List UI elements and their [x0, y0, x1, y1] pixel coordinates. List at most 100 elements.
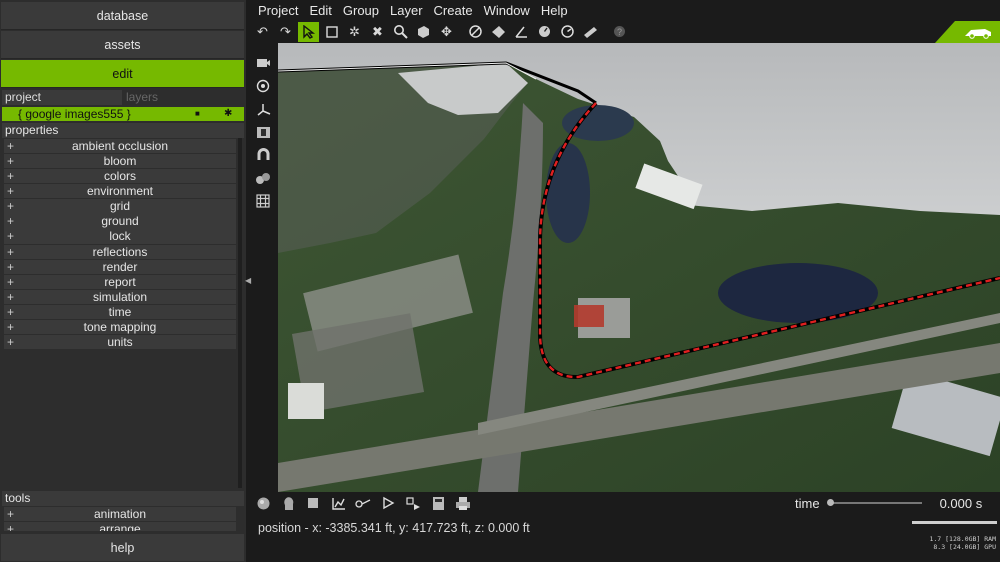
expand-icon[interactable]: + — [7, 275, 14, 289]
property-label: colors — [103, 169, 136, 184]
rectangle-select-icon[interactable] — [321, 22, 342, 42]
node-path-icon[interactable] — [352, 493, 374, 513]
expand-icon[interactable]: + — [7, 184, 14, 198]
property-row-ambient-occlusion[interactable]: + ambient occlusion — [4, 139, 236, 154]
tab-layers[interactable]: layers — [125, 90, 244, 105]
step-icon[interactable] — [402, 493, 424, 513]
gpu-usage: 8.3 [24.0GB] GPU — [933, 543, 996, 551]
tool-label: arrange — [99, 522, 141, 531]
menu-edit[interactable]: Edit — [309, 3, 331, 18]
delete-icon[interactable]: ✖ — [367, 22, 388, 42]
properties-scrollbar[interactable] — [238, 138, 242, 488]
help-icon[interactable]: ? — [609, 22, 630, 42]
menu-help[interactable]: Help — [541, 3, 568, 18]
menu-project[interactable]: Project — [258, 3, 298, 18]
property-row-simulation[interactable]: + simulation — [4, 289, 236, 304]
property-row-tone-mapping[interactable]: + tone mapping — [4, 319, 236, 335]
properties-list: + ambient occlusion + bloom + colors + envir… — [4, 139, 236, 350]
property-row-report[interactable]: + report — [4, 274, 236, 289]
property-row-units[interactable]: + units — [4, 335, 236, 350]
expand-icon[interactable]: + — [7, 245, 14, 259]
expand-icon[interactable]: + — [7, 507, 14, 521]
assets-button[interactable]: assets — [1, 31, 244, 59]
camera-icon[interactable] — [252, 52, 274, 74]
surface-icon[interactable] — [488, 22, 509, 42]
transform-icon[interactable]: ✲ — [344, 22, 365, 42]
redo-icon[interactable]: ↷ — [275, 22, 296, 42]
layer-item-label: { google images555 } — [18, 107, 131, 121]
property-label: tone mapping — [83, 319, 157, 334]
help-button[interactable]: help — [1, 534, 244, 561]
tool-row-animation[interactable]: + animation — [4, 507, 236, 522]
expand-icon[interactable]: + — [7, 169, 14, 183]
collapse-panel-icon[interactable]: ◀ — [245, 276, 251, 285]
film-icon[interactable] — [252, 121, 274, 143]
printer-icon[interactable] — [452, 493, 474, 513]
aerial-scene — [278, 61, 1000, 492]
property-label: simulation — [92, 289, 148, 304]
expand-icon[interactable]: + — [7, 335, 14, 349]
ruler-icon[interactable] — [580, 22, 601, 42]
chart-icon[interactable] — [327, 493, 349, 513]
layer-item[interactable]: { google images555 } ■ ✱ — [2, 107, 244, 121]
calculator-icon[interactable] — [427, 493, 449, 513]
menu-create[interactable]: Create — [434, 3, 473, 18]
move-icon[interactable]: ✥ — [436, 22, 457, 42]
expand-icon[interactable]: + — [7, 522, 14, 531]
magnet-icon[interactable] — [252, 144, 274, 166]
property-row-time[interactable]: + time — [4, 304, 236, 320]
property-row-bloom[interactable]: + bloom — [4, 154, 236, 169]
building-roof — [574, 305, 604, 327]
property-row-reflections[interactable]: + reflections — [4, 244, 236, 259]
sphere-icon[interactable] — [252, 493, 274, 513]
select-icon[interactable] — [298, 21, 319, 42]
spheres-icon[interactable] — [252, 167, 274, 189]
menu-group[interactable]: Group — [343, 3, 379, 18]
grid-icon[interactable] — [252, 190, 274, 212]
angle-icon[interactable] — [511, 22, 532, 42]
edit-button[interactable]: edit — [1, 60, 244, 88]
memory-stats: 1.7 [128.0GB] RAM 8.3 [24.0GB] GPU — [880, 535, 996, 551]
lock-icon[interactable]: ■ — [195, 107, 200, 121]
properties-header: properties — [2, 123, 244, 138]
head-icon[interactable] — [277, 493, 299, 513]
undo-icon[interactable]: ↶ — [252, 22, 273, 42]
menu-layer[interactable]: Layer — [390, 3, 423, 18]
box-icon[interactable] — [413, 22, 434, 42]
tab-project[interactable]: project — [2, 90, 122, 105]
target-icon[interactable] — [252, 75, 274, 97]
3d-viewport[interactable] — [278, 43, 1000, 492]
expand-icon[interactable]: + — [7, 290, 14, 304]
app-logo — [935, 21, 1000, 43]
property-row-lock[interactable]: + lock — [4, 229, 236, 244]
expand-icon[interactable]: + — [7, 229, 14, 243]
measure-icon[interactable] — [465, 22, 486, 42]
clock-icon[interactable] — [534, 22, 555, 42]
expand-icon[interactable]: + — [7, 154, 14, 168]
time-label: time — [795, 495, 820, 511]
axes-icon[interactable] — [252, 98, 274, 120]
expand-icon[interactable]: + — [7, 260, 14, 274]
menu-window[interactable]: Window — [484, 3, 530, 18]
expand-icon[interactable]: + — [7, 305, 14, 319]
expand-icon[interactable]: + — [7, 199, 14, 213]
time-slider[interactable] — [826, 499, 922, 506]
square-icon[interactable] — [302, 493, 324, 513]
property-row-colors[interactable]: + colors — [4, 169, 236, 184]
zoom-icon[interactable] — [390, 22, 411, 42]
asterisk-icon[interactable]: ✱ — [224, 107, 232, 121]
expand-icon[interactable]: + — [7, 214, 14, 228]
speedometer-icon[interactable] — [557, 22, 578, 42]
tool-row-arrange[interactable]: + arrange — [4, 522, 236, 531]
expand-icon[interactable]: + — [7, 320, 14, 334]
time-slider-handle[interactable] — [826, 499, 834, 506]
property-row-render[interactable]: + render — [4, 259, 236, 274]
play-icon[interactable] — [377, 493, 399, 513]
property-row-environment[interactable]: + environment — [4, 184, 236, 199]
database-button[interactable]: database — [1, 2, 244, 30]
tools-list: + animation + arrange — [4, 507, 236, 531]
property-row-grid[interactable]: + grid — [4, 199, 236, 214]
property-row-ground[interactable]: + ground — [4, 214, 236, 229]
expand-icon[interactable]: + — [7, 139, 14, 153]
property-label: ground — [101, 214, 139, 229]
